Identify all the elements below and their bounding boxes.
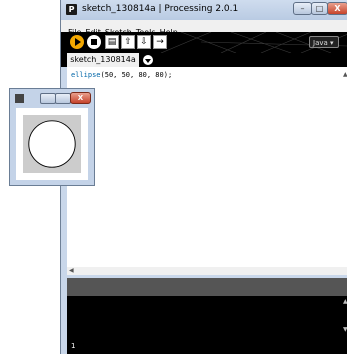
run-button[interactable]	[70, 35, 84, 49]
tab-sketch[interactable]: sketch_130814a	[67, 53, 139, 67]
window-title: sketch_130814a | Processing 2.0.1	[82, 4, 239, 14]
menu-bar: FileEditSketchToolsHelp	[61, 20, 347, 37]
sketch-client-area	[16, 108, 88, 180]
close-button[interactable]: X	[327, 2, 347, 15]
save-button[interactable]: ⇩	[137, 35, 151, 49]
tab-menu-icon[interactable]	[143, 55, 153, 65]
processing-app-icon: P	[66, 4, 77, 15]
stop-button[interactable]	[87, 35, 101, 49]
export-button[interactable]: →	[153, 35, 167, 49]
save-icon: ⇩	[140, 37, 148, 47]
horizontal-scrollbar[interactable]: ◀	[67, 267, 347, 275]
sketch-window-icon	[15, 94, 24, 103]
sketch-minimize-button[interactable]	[40, 93, 56, 104]
open-icon: ⇧	[124, 37, 132, 47]
sketch-close-button[interactable]: X	[70, 92, 91, 104]
code-arguments: (50, 50, 80, 80);	[100, 71, 173, 79]
open-button[interactable]: ⇧	[121, 35, 135, 49]
processing-window: P sketch_130814a | Processing 2.0.1 – □ …	[60, 0, 347, 354]
code-editor[interactable]: ellipse(50, 50, 80, 80); ▲ ▼	[67, 67, 347, 330]
export-icon: →	[156, 37, 164, 47]
minimize-button[interactable]: –	[293, 2, 312, 15]
sketch-maximize-button[interactable]	[55, 93, 71, 104]
code-line-1[interactable]: ellipse(50, 50, 80, 80);	[71, 71, 172, 79]
line-number-bar: 1	[67, 341, 347, 354]
toolbar-background-lines	[160, 32, 347, 53]
message-area	[67, 278, 347, 296]
maximize-button[interactable]: □	[311, 2, 328, 15]
line-number: 1	[71, 342, 76, 350]
new-button[interactable]: ▤	[105, 35, 119, 49]
title-bar[interactable]: P sketch_130814a | Processing 2.0.1 – □ …	[61, 0, 347, 20]
ellipse-shape	[28, 120, 76, 168]
code-keyword: ellipse	[71, 71, 101, 79]
scroll-left-icon[interactable]: ◀	[69, 267, 74, 275]
mode-selector[interactable]: Java ▾	[309, 36, 339, 48]
toolbar: ▤ ⇧ ⇩ → Java ▾	[61, 32, 347, 53]
console[interactable]: ▲ ▼	[67, 296, 347, 341]
console-scroll-up-icon[interactable]: ▲	[343, 298, 347, 305]
console-scroll-down-icon[interactable]: ▼	[343, 326, 347, 333]
sketch-canvas	[23, 115, 81, 173]
tab-row: sketch_130814a	[61, 53, 347, 67]
new-icon: ▤	[107, 37, 117, 47]
sketch-output-window: X	[9, 88, 95, 186]
editor-scroll-up-icon[interactable]: ▲	[343, 71, 347, 78]
